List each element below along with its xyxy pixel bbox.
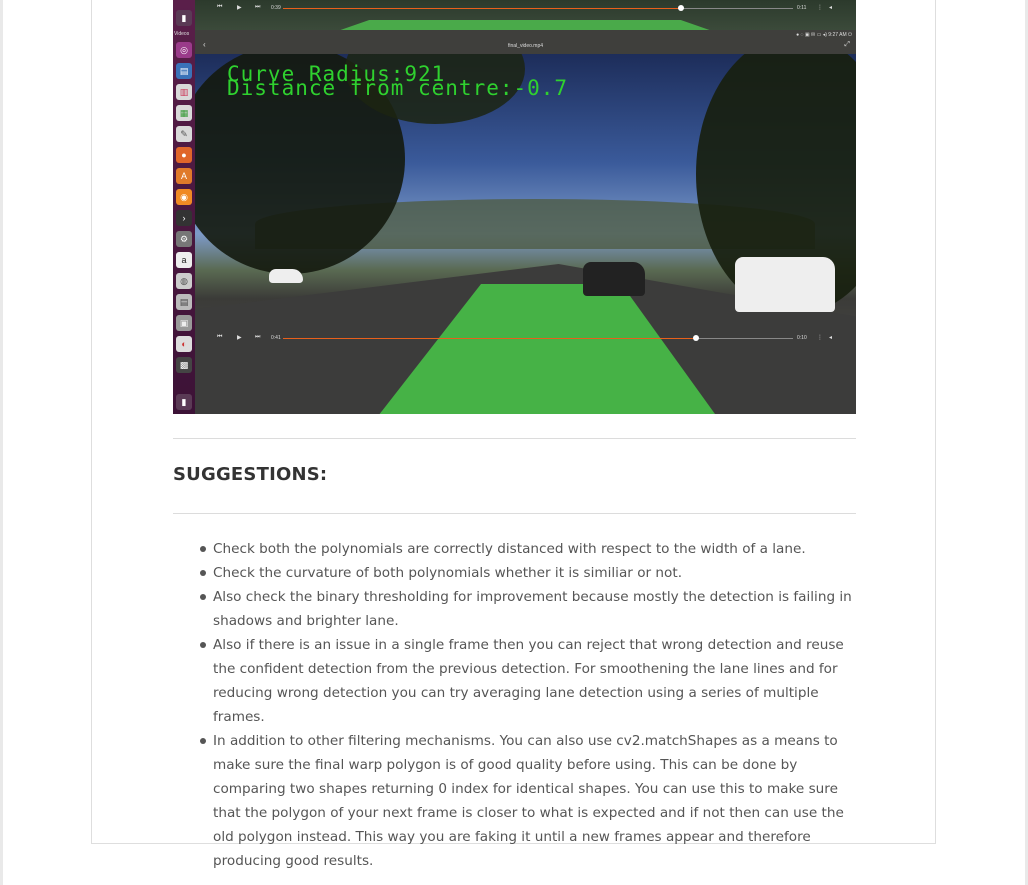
app-icon[interactable]: ◐ — [176, 336, 192, 352]
play-icon[interactable]: ▶ — [237, 4, 242, 11]
bottom-player-controls: ⏮ ▶ ⏭ 0:41 0:10 ⋮ ◂ — [195, 332, 856, 344]
distance-text: Distance from centre:-0.7 — [227, 76, 569, 100]
writer-icon[interactable]: ▥ — [176, 84, 192, 100]
main-video-frame: Curve Radius:921 Distance from centre:-0… — [195, 54, 856, 414]
previous-icon[interactable]: ⏮ — [217, 4, 222, 11]
text-editor-icon[interactable]: ✎ — [176, 126, 192, 142]
list-item: In addition to other filtering mechanism… — [200, 729, 858, 873]
ubuntu-launcher: Videos ▮ ◎ ▤ ▥ ▦ ✎ ● A ◉ › ⚙ a ◍ ▤ ▣ ◐ ▩… — [173, 0, 195, 414]
list-item: Check the curvature of both polynomials … — [200, 561, 858, 585]
tray-time: 9:27 AM — [828, 32, 847, 38]
divider — [173, 513, 856, 514]
app-icon[interactable]: ▣ — [176, 315, 192, 331]
player-titlebar: ‹ final_video.mp4 ● ◌ ▣ ✉ ▭ ◂) 9:27 AM ⏻… — [195, 30, 856, 54]
amazon-icon[interactable]: a — [176, 252, 192, 268]
progress-played — [283, 338, 696, 339]
blender-icon[interactable]: ◉ — [176, 189, 192, 205]
list-item: Also if there is an issue in a single fr… — [200, 633, 858, 729]
clapper-icon[interactable]: ▩ — [176, 357, 192, 373]
page-left-border — [0, 0, 3, 885]
section-heading: SUGGESTIONS: — [173, 464, 328, 485]
trash-icon[interactable]: ▮ — [176, 10, 192, 26]
terminal-icon[interactable]: › — [176, 210, 192, 226]
car — [583, 262, 645, 296]
ubuntu-logo-icon[interactable]: ◎ — [176, 42, 192, 58]
remaining-time: 0:10 — [797, 335, 807, 341]
progress-knob[interactable] — [678, 5, 684, 11]
suggestion-list: Check both the polynomials are correctly… — [200, 537, 858, 873]
volume-icon[interactable]: ◂ — [829, 4, 832, 11]
car — [269, 269, 303, 283]
disc-icon[interactable]: ◍ — [176, 273, 192, 289]
top-video-frame: ⏮ ▶ ⏭ 0:39 0:11 ⋮ ◂ — [195, 0, 856, 30]
power-icon[interactable]: ⏻ — [848, 32, 852, 38]
tray-icons[interactable]: ● ◌ ▣ ✉ ▭ ◂) — [796, 32, 828, 38]
remaining-time: 0:11 — [797, 5, 807, 11]
green-lane-overlay — [340, 20, 710, 30]
progress-knob[interactable] — [693, 335, 699, 341]
volume-icon[interactable]: ◂ — [829, 334, 832, 341]
list-item: Check both the polynomials are correctly… — [200, 537, 858, 561]
window-title: final_video.mp4 — [507, 43, 544, 49]
next-icon[interactable]: ⏭ — [255, 334, 260, 341]
elapsed-time: 0:41 — [271, 335, 281, 341]
app-icon[interactable]: ▤ — [176, 294, 192, 310]
menu-icon[interactable]: ⋮ — [817, 334, 823, 341]
software-center-icon[interactable]: A — [176, 168, 192, 184]
play-icon[interactable]: ▶ — [237, 334, 242, 341]
firefox-icon[interactable]: ● — [176, 147, 192, 163]
launcher-label: Videos — [174, 31, 190, 37]
elapsed-time: 0:39 — [271, 5, 281, 11]
calc-icon[interactable]: ▦ — [176, 105, 192, 121]
list-item: Also check the binary thresholding for i… — [200, 585, 858, 633]
progress-played — [283, 8, 681, 9]
fullscreen-icon[interactable]: ⤢ — [844, 41, 850, 49]
embedded-screenshot: Videos ▮ ◎ ▤ ▥ ▦ ✎ ● A ◉ › ⚙ a ◍ ▤ ▣ ◐ ▩… — [173, 0, 856, 414]
previous-icon[interactable]: ⏮ — [217, 334, 222, 341]
divider — [173, 438, 856, 439]
trash-icon[interactable]: ▮ — [176, 394, 192, 410]
files-icon[interactable]: ▤ — [176, 63, 192, 79]
system-tray: ● ◌ ▣ ✉ ▭ ◂) 9:27 AM ⏻ — [796, 32, 852, 38]
car — [735, 257, 835, 312]
settings-icon[interactable]: ⚙ — [176, 231, 192, 247]
menu-icon[interactable]: ⋮ — [817, 4, 823, 11]
next-icon[interactable]: ⏭ — [255, 4, 260, 11]
top-player-controls: ⏮ ▶ ⏭ 0:39 0:11 ⋮ ◂ — [195, 2, 856, 14]
